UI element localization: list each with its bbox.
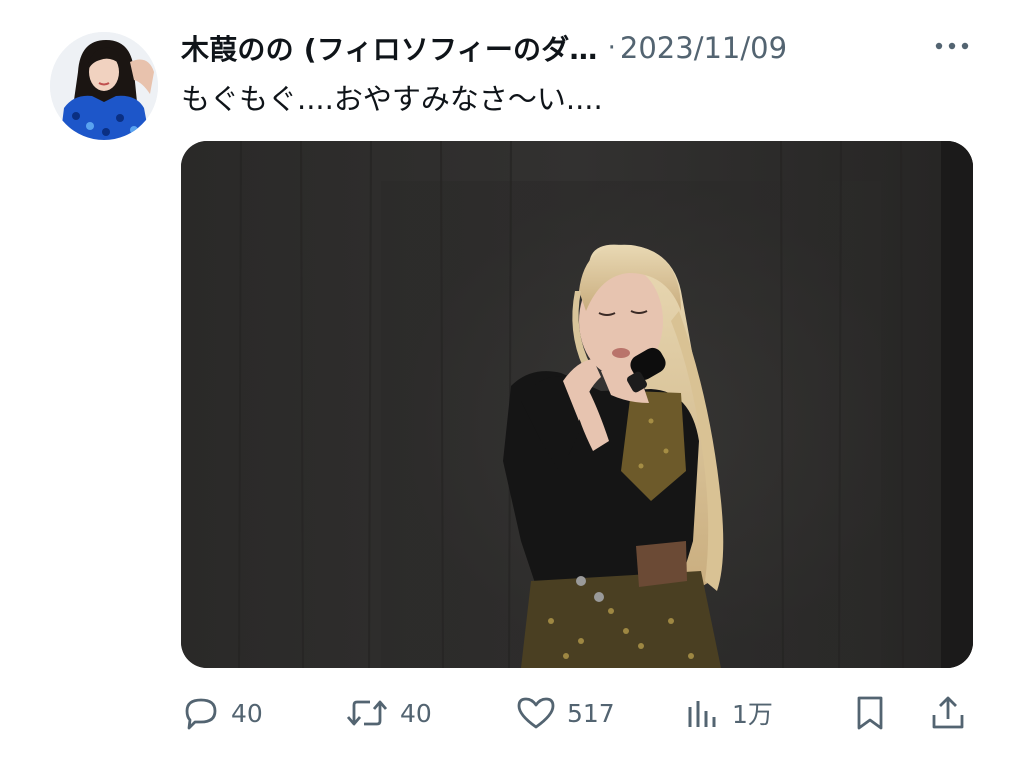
more-button[interactable]: [928, 26, 976, 66]
like-count: 517: [567, 698, 615, 728]
reply-icon: [181, 693, 221, 733]
avatar[interactable]: [50, 32, 158, 140]
tweet-card: 木葭のの (フィロソフィーのダ… · 2023/11/09 もぐもぐ....おや…: [0, 0, 1024, 765]
reply-button[interactable]: 40: [181, 690, 263, 736]
retweet-button[interactable]: 40: [344, 690, 432, 736]
more-horizontal-icon: [935, 42, 969, 50]
tweet-header: 木葭のの (フィロソフィーのダ… · 2023/11/09: [181, 28, 981, 68]
views-count: 1万: [732, 700, 773, 729]
share-icon: [928, 693, 968, 733]
retweet-count: 40: [400, 698, 432, 728]
action-bar: 40 40 517 1万: [0, 690, 1024, 736]
retweet-icon: [344, 693, 390, 733]
heart-icon: [515, 693, 557, 733]
bookmark-icon: [850, 693, 890, 733]
views-chart-icon: [684, 693, 722, 733]
separator-dot: ·: [607, 33, 616, 63]
reply-count: 40: [231, 698, 263, 728]
like-button[interactable]: 517: [515, 690, 615, 736]
bookmark-button[interactable]: [850, 690, 890, 736]
views-button[interactable]: 1万: [684, 690, 773, 736]
display-name[interactable]: 木葭のの (フィロソフィーのダ…: [181, 28, 598, 68]
share-button[interactable]: [928, 690, 968, 736]
timestamp[interactable]: 2023/11/09: [620, 31, 787, 65]
tweet-photo[interactable]: [181, 141, 973, 668]
tweet-text: もぐもぐ....おやすみなさ〜い....: [181, 82, 603, 116]
